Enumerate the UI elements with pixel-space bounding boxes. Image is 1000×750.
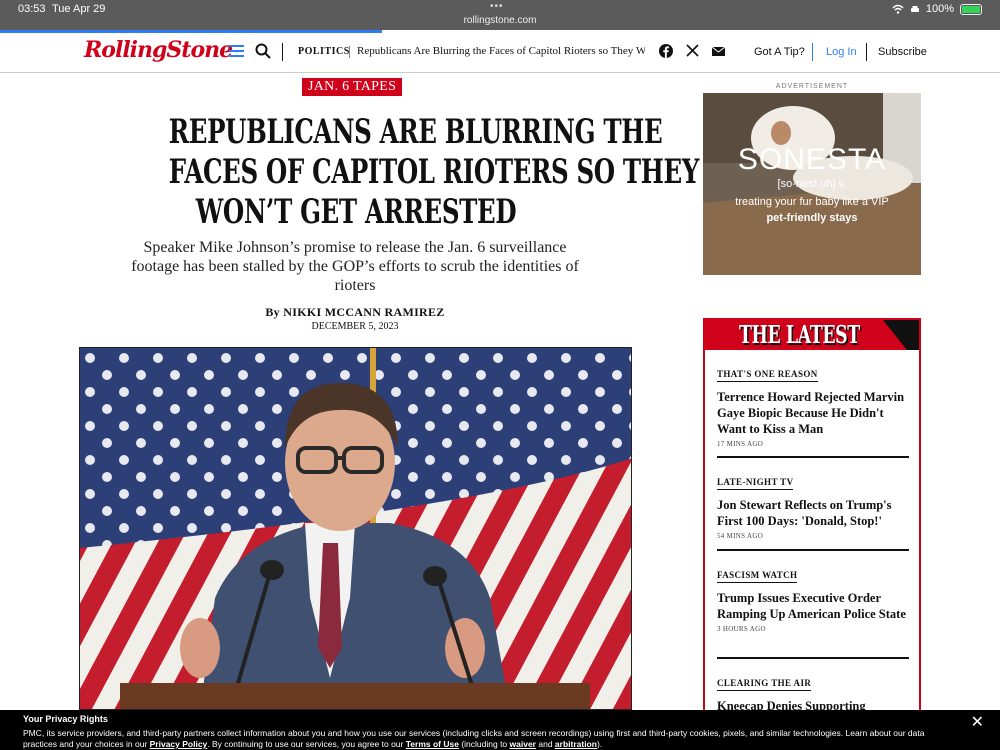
privacy-title: Your Privacy Rights [23, 714, 108, 724]
privacy-banner: Your Privacy Rights PMC, its service pro… [0, 710, 1000, 750]
latest-item-time: 17 MINS AGO [717, 440, 764, 448]
arbitration-link[interactable]: arbitration [555, 739, 597, 749]
latest-item-divider [717, 657, 909, 659]
got-a-tip-link[interactable]: Got A Tip? [754, 46, 805, 58]
login-link[interactable]: Log In [826, 46, 857, 58]
more-dots-icon[interactable]: ••• [490, 1, 504, 12]
article-date: DECEMBER 5, 2023 [311, 321, 399, 332]
header-article-title: Republicans Are Blurring the Faces of Ca… [357, 45, 645, 57]
latest-item-title[interactable]: Terrence Howard Rejected Marvin Gaye Bio… [717, 389, 909, 437]
latest-item-kicker[interactable]: THAT'S ONE REASON [717, 369, 818, 382]
site-header: RollingStone POLITICS Republicans Are Bl… [0, 33, 1000, 73]
sonesta-advertisement[interactable]: SONESTA [so-nest-uh] v. treating your fu… [703, 93, 921, 275]
site-logo[interactable]: RollingStone [84, 37, 233, 63]
waiver-link[interactable]: waiver [510, 739, 536, 749]
status-time: 03:53 [18, 3, 46, 15]
latest-item[interactable]: FASCISM WATCH Trump Issues Executive Ord… [717, 565, 909, 633]
the-latest-header: THE LATEST [705, 320, 919, 350]
headline-line: Won’t Get Arrested [195, 192, 517, 232]
subscribe-link[interactable]: Subscribe [878, 46, 927, 58]
article-dek: Speaker Mike Johnson’s promise to releas… [131, 239, 579, 294]
the-latest-title: THE LATEST [739, 320, 860, 349]
hero-photo-illustration [80, 348, 631, 709]
privacy-text: PMC, its service providers, and third-pa… [23, 728, 958, 750]
headline-line: Faces of Capitol Rioters So They [168, 152, 700, 192]
headline-line: Republicans Are Blurring The [168, 112, 663, 152]
article-hero-image [79, 347, 632, 710]
privacy-text-part: (including to [458, 739, 510, 749]
latest-item[interactable]: CLEARING THE AIR Kneecap Denies Supporti… [717, 673, 909, 714]
x-twitter-icon[interactable] [686, 44, 699, 57]
ad-label: ADVERTISEMENT [775, 83, 849, 90]
article-headline: Republicans Are Blurring The Faces of Ca… [168, 112, 700, 232]
privacy-text-part: . By continuing to use our services, you… [207, 739, 406, 749]
car-icon [910, 6, 919, 12]
latest-item-kicker[interactable]: CLEARING THE AIR [717, 678, 812, 691]
latest-item-divider [717, 456, 909, 458]
ad-brand: SONESTA [737, 143, 887, 176]
ad-tagline: treating your fur baby like a VIP [735, 196, 889, 208]
terms-of-use-link[interactable]: Terms of Use [406, 739, 459, 749]
latest-item-title[interactable]: Trump Issues Executive Order Ramping Up … [717, 590, 909, 622]
status-date: Tue Apr 29 [52, 3, 106, 15]
privacy-text-part: and [536, 739, 555, 749]
article-byline[interactable]: By NIKKI MCCANN RAMIREZ [130, 305, 580, 320]
privacy-policy-link[interactable]: Privacy Policy [150, 739, 208, 749]
status-indicators: 100% [892, 3, 982, 15]
header-divider [866, 43, 867, 61]
header-divider [812, 43, 813, 61]
hamburger-menu-icon[interactable] [229, 45, 244, 58]
battery-icon [960, 3, 982, 15]
header-divider [282, 43, 283, 61]
article-tag[interactable]: JAN. 6 TAPES [302, 78, 403, 96]
ad-pronunciation: [so-nest-uh] v. [777, 178, 847, 190]
close-icon[interactable]: ✕ [971, 712, 984, 732]
privacy-text-part: ). [596, 739, 603, 749]
ad-tagline-bold: pet-friendly stays [766, 212, 858, 224]
address-bar[interactable]: rollingstone.com [0, 15, 1000, 26]
battery-percent: 100% [925, 3, 954, 15]
latest-item-time: 54 MINS AGO [717, 532, 764, 540]
the-latest-panel: THE LATEST THAT'S ONE REASON Terrence Ho… [703, 318, 921, 718]
search-icon[interactable] [255, 43, 271, 59]
facebook-icon[interactable] [659, 44, 673, 58]
header-category[interactable]: POLITICS [298, 46, 350, 57]
latest-item-divider [717, 549, 909, 551]
latest-item[interactable]: THAT'S ONE REASON Terrence Howard Reject… [717, 364, 909, 448]
email-icon[interactable] [712, 47, 725, 56]
header-divider [349, 46, 350, 58]
status-bar: 03:53 Tue Apr 29 ••• rollingstone.com 10… [0, 0, 1000, 30]
latest-item-kicker[interactable]: LATE-NIGHT TV [717, 477, 794, 490]
latest-item-time: 3 HOURS AGO [717, 625, 766, 633]
latest-item-title[interactable]: Jon Stewart Reflects on Trump's First 10… [717, 497, 909, 529]
latest-item[interactable]: LATE-NIGHT TV Jon Stewart Reflects on Tr… [717, 472, 909, 540]
latest-item-kicker[interactable]: FASCISM WATCH [717, 570, 798, 583]
wifi-icon [892, 4, 904, 14]
